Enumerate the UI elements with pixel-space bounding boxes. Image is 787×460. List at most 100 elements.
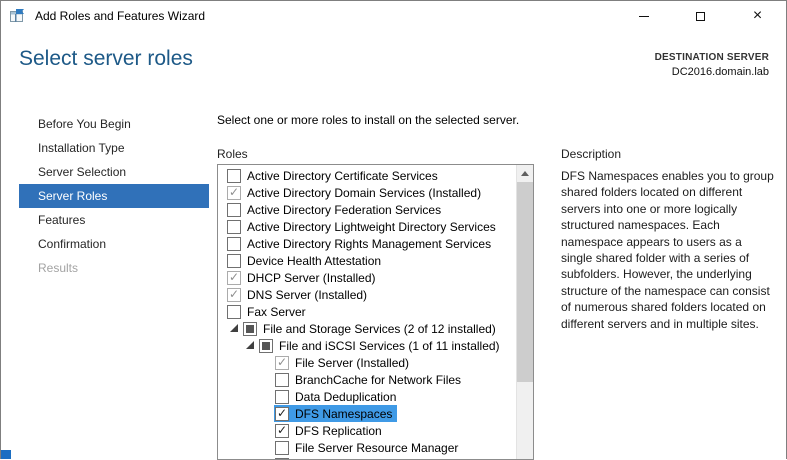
close-button[interactable]: ×	[729, 1, 786, 31]
tree-expander-icon[interactable]	[226, 321, 242, 337]
scroll-thumb[interactable]	[517, 182, 533, 382]
tree-indent	[226, 362, 242, 363]
role-item: Active Directory Lightweight Directory S…	[226, 218, 501, 235]
page-title: Select server roles	[19, 47, 193, 71]
role-item: Data Deduplication	[274, 388, 401, 405]
role-label: BranchCache for Network Files	[295, 373, 461, 387]
role-label: File Server Resource Manager	[295, 441, 458, 455]
role-row[interactable]: Active Directory Domain Services (Instal…	[218, 184, 516, 201]
scroll-up-button[interactable]	[517, 165, 533, 182]
role-item: Device Health Attestation	[226, 252, 386, 269]
role-checkbox[interactable]	[227, 254, 241, 268]
role-row[interactable]: Fax Server	[218, 303, 516, 320]
role-checkbox[interactable]	[275, 373, 289, 387]
role-checkbox[interactable]	[227, 288, 241, 302]
role-checkbox[interactable]	[227, 186, 241, 200]
tree-indent	[258, 379, 274, 380]
role-label: File and iSCSI Services (1 of 11 install…	[279, 339, 500, 353]
tree-indent	[258, 396, 274, 397]
role-checkbox[interactable]	[227, 237, 241, 251]
wizard-nav: Before You BeginInstallation TypeServer …	[19, 112, 209, 280]
role-checkbox[interactable]	[275, 424, 289, 438]
role-checkbox[interactable]	[275, 390, 289, 404]
role-item: File Server (Installed)	[274, 354, 414, 371]
role-row[interactable]: File Server Resource Manager	[218, 439, 516, 456]
role-checkbox[interactable]	[227, 220, 241, 234]
role-label: File Server (Installed)	[295, 356, 409, 370]
role-row[interactable]: DHCP Server (Installed)	[218, 269, 516, 286]
destination-server-value: DC2016.domain.lab	[655, 66, 769, 78]
role-row[interactable]: Active Directory Certificate Services	[218, 167, 516, 184]
role-row[interactable]: DFS Namespaces	[218, 405, 516, 422]
tree-expander-icon[interactable]	[242, 338, 258, 354]
role-row[interactable]: File Server (Installed)	[218, 354, 516, 371]
roles-listbox: Active Directory Certificate Services Act…	[217, 164, 534, 460]
role-row[interactable]: DNS Server (Installed)	[218, 286, 516, 303]
minimize-button[interactable]	[615, 1, 672, 31]
tree-indent	[226, 345, 242, 346]
role-checkbox[interactable]	[275, 356, 289, 370]
role-item: BranchCache for Network Files	[274, 371, 466, 388]
sidebar-item-installation-type[interactable]: Installation Type	[19, 136, 209, 160]
role-row[interactable]: Data Deduplication	[218, 388, 516, 405]
scroll-up-icon	[521, 171, 529, 176]
sidebar-item-confirmation[interactable]: Confirmation	[19, 232, 209, 256]
role-checkbox[interactable]	[227, 169, 241, 183]
role-label: DFS Replication	[295, 424, 382, 438]
role-checkbox[interactable]	[275, 441, 289, 455]
roles-list: Active Directory Certificate Services Act…	[218, 165, 516, 459]
role-row[interactable]: Active Directory Federation Services	[218, 201, 516, 218]
role-checkbox[interactable]	[227, 305, 241, 319]
role-label: Active Directory Certificate Services	[247, 169, 438, 183]
role-item: Active Directory Domain Services (Instal…	[226, 184, 486, 201]
role-row[interactable]: BranchCache for Network Files	[218, 371, 516, 388]
role-row[interactable]: File and Storage Services (2 of 12 insta…	[218, 320, 516, 337]
scrollbar[interactable]	[516, 165, 533, 459]
maximize-button[interactable]	[672, 1, 729, 31]
sidebar-item-before-you-begin[interactable]: Before You Begin	[19, 112, 209, 136]
instruction-text: Select one or more roles to install on t…	[217, 113, 519, 127]
role-item: File and Storage Services (2 of 12 insta…	[242, 320, 501, 337]
role-item: Active Directory Certificate Services	[226, 167, 443, 184]
tree-indent	[242, 413, 258, 414]
sidebar-item-server-roles[interactable]: Server Roles	[19, 184, 209, 208]
role-item: File Server Resource Manager	[274, 439, 463, 456]
tree-indent	[226, 396, 242, 397]
role-item: Fax Server	[226, 303, 311, 320]
role-label: Active Directory Federation Services	[247, 203, 441, 217]
window-title: Add Roles and Features Wizard	[35, 9, 205, 23]
role-checkbox[interactable]	[227, 203, 241, 217]
tree-indent	[242, 396, 258, 397]
tree-indent	[258, 413, 274, 414]
titlebar[interactable]: Add Roles and Features Wizard ×	[1, 1, 786, 31]
role-checkbox[interactable]	[227, 271, 241, 285]
tree-indent	[258, 430, 274, 431]
role-label: File and Storage Services (2 of 12 insta…	[263, 322, 496, 336]
role-label: Active Directory Domain Services (Instal…	[247, 186, 481, 200]
role-item: DNS Server (Installed)	[226, 286, 372, 303]
tree-indent	[226, 430, 242, 431]
role-row[interactable]: Active Directory Lightweight Directory S…	[218, 218, 516, 235]
description-text: DFS Namespaces enables you to group shar…	[561, 168, 775, 332]
sidebar-item-server-selection[interactable]: Server Selection	[19, 160, 209, 184]
role-row[interactable]: Active Directory Rights Management Servi…	[218, 235, 516, 252]
role-row[interactable]: Device Health Attestation	[218, 252, 516, 269]
role-item: DFS Namespaces	[274, 405, 397, 422]
role-label: Data Deduplication	[295, 390, 396, 404]
tree-indent	[226, 413, 242, 414]
minimize-icon	[639, 16, 649, 17]
description-heading: Description	[561, 147, 621, 161]
tree-indent	[242, 447, 258, 448]
role-row[interactable]: File and iSCSI Services (1 of 11 install…	[218, 337, 516, 354]
role-checkbox[interactable]	[243, 322, 257, 336]
role-item: File and iSCSI Services (1 of 11 install…	[258, 337, 505, 354]
role-item: DHCP Server (Installed)	[226, 269, 380, 286]
destination-server: DESTINATION SERVER DC2016.domain.lab	[655, 52, 769, 78]
role-checkbox[interactable]	[259, 339, 273, 353]
role-label: DFS Namespaces	[295, 407, 392, 421]
maximize-icon	[696, 12, 705, 21]
sidebar-item-features[interactable]: Features	[19, 208, 209, 232]
role-label: Device Health Attestation	[247, 254, 381, 268]
role-checkbox[interactable]	[275, 407, 289, 421]
role-row[interactable]: DFS Replication	[218, 422, 516, 439]
